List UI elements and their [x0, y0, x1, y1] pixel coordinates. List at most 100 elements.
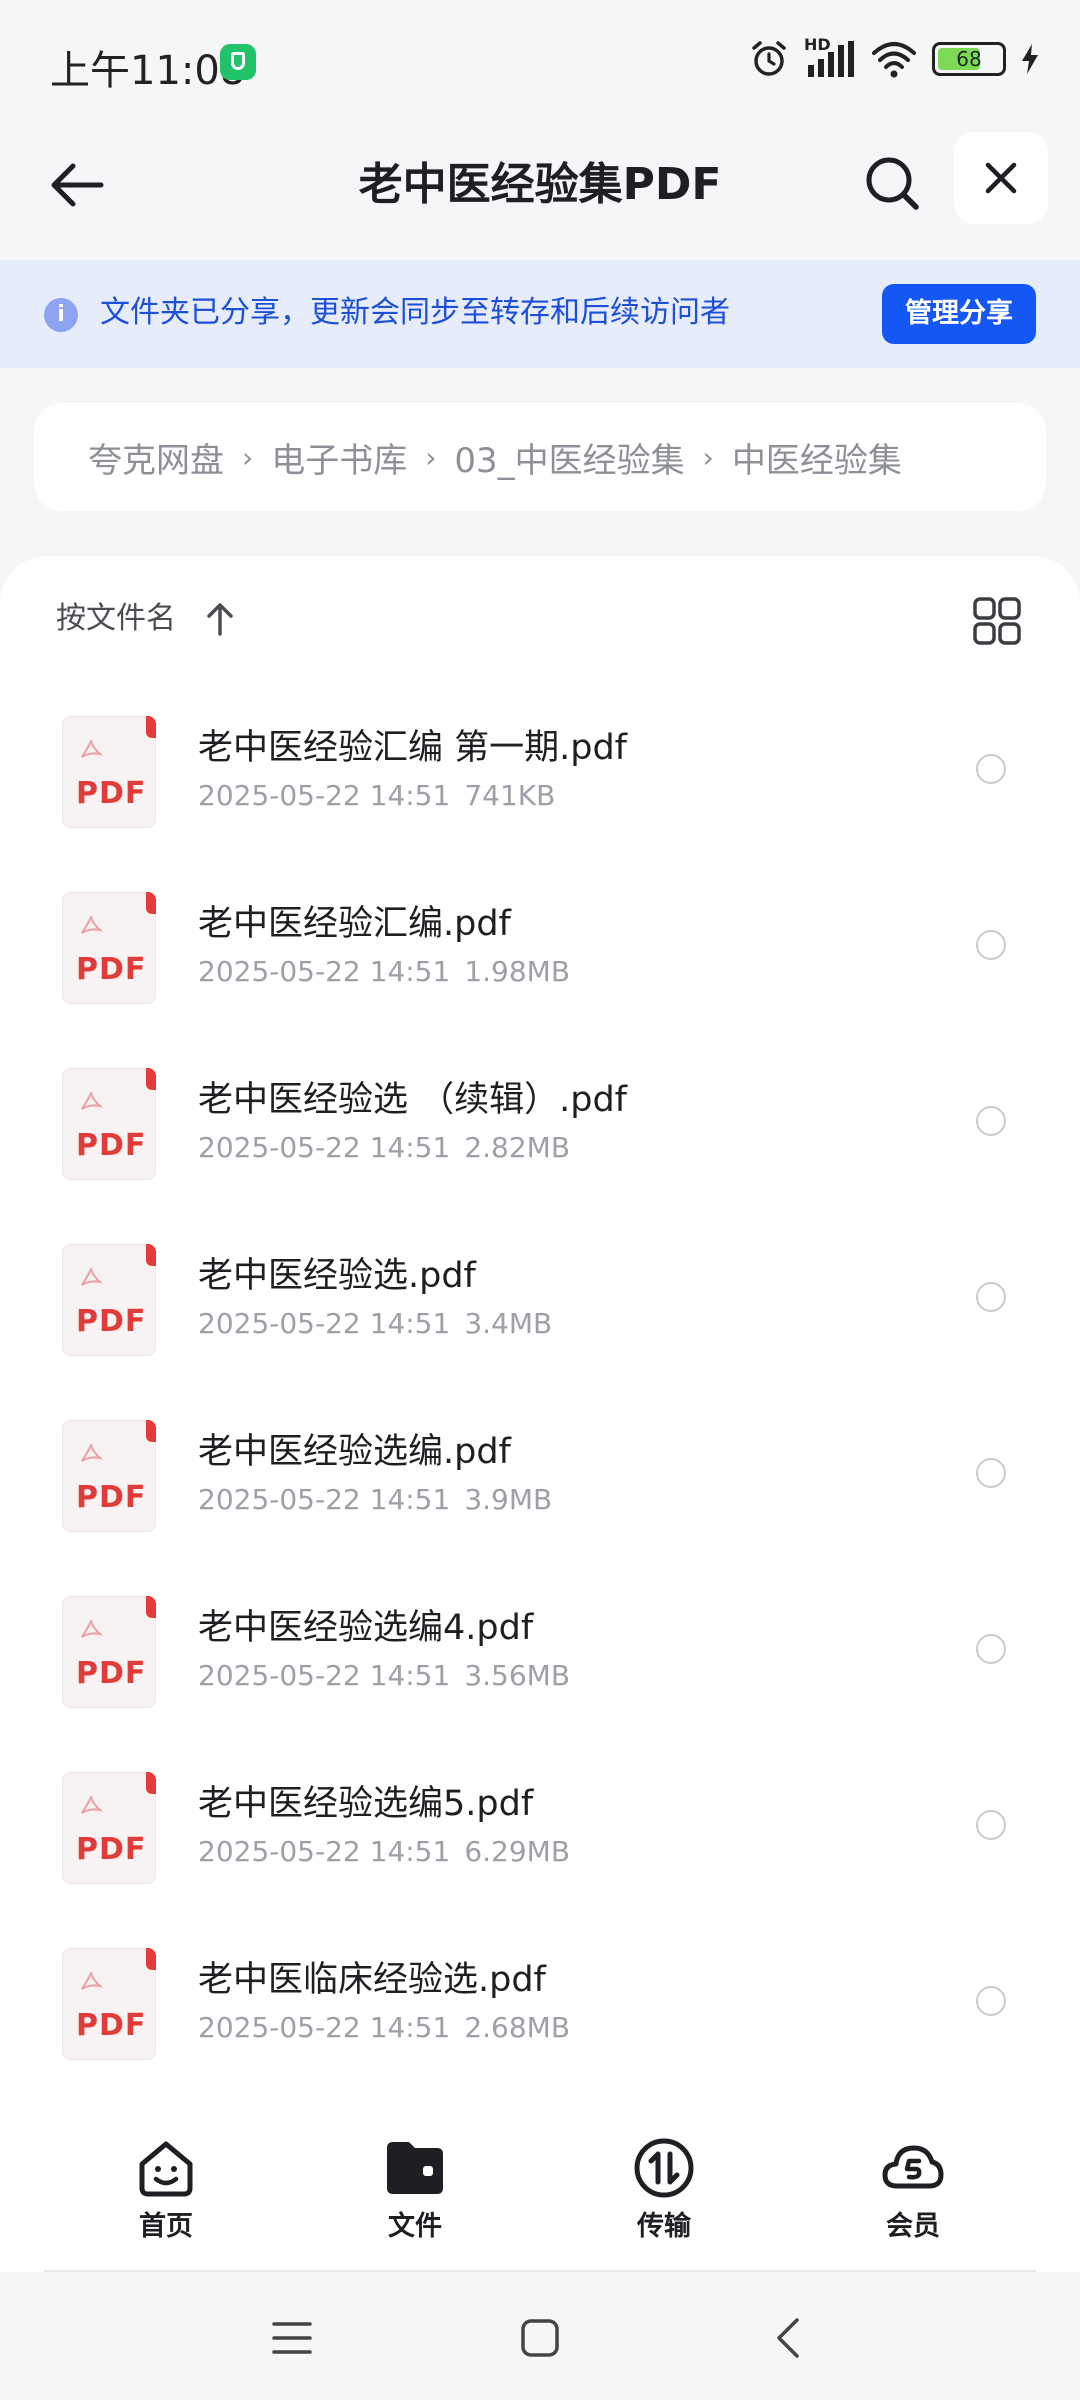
nav-label: 会员 [886, 2211, 940, 2242]
nav-home[interactable]: 首页 [106, 2136, 226, 2243]
sort-by-name-button[interactable]: 按文件名 [56, 598, 176, 640]
file-type-label: PDF [76, 1480, 147, 1515]
status-indicators: HD 68 [748, 35, 1040, 80]
file-list: PDF 老中医经验汇编 第一期.pdf 2025-05-22 14:51 741K… [0, 700, 1080, 2108]
file-size: 1.98MB [464, 955, 571, 988]
file-meta: 2025-05-22 14:51 3.4MB [198, 1304, 552, 1344]
pdf-file-icon: PDF [62, 892, 156, 1004]
sort-ascending-icon[interactable] [206, 602, 234, 636]
pdf-file-icon: PDF [62, 1772, 156, 1884]
breadcrumb-item[interactable]: 03_中医经验集 [454, 433, 684, 482]
select-checkbox[interactable] [976, 1634, 1006, 1664]
vip-cloud-icon [882, 2145, 944, 2189]
battery-level: 68 [956, 47, 982, 71]
file-row[interactable]: PDF 老中医经验选 （续辑）.pdf 2025-05-22 14:51 2.82… [0, 1052, 1080, 1228]
breadcrumb-item[interactable]: 电子书库 [271, 433, 407, 482]
file-meta: 2025-05-22 14:51 3.56MB [198, 1656, 570, 1696]
pdf-file-icon: PDF [62, 1420, 156, 1532]
file-type-label: PDF [76, 1656, 147, 1691]
grid-view-icon[interactable] [972, 596, 1022, 646]
file-name: 老中医临床经验选.pdf [198, 1960, 546, 2000]
nav-label: 文件 [388, 2211, 442, 2242]
file-meta: 2025-05-22 14:51 2.68MB [198, 2008, 570, 2048]
nav-files[interactable]: 文件 [355, 2136, 475, 2243]
breadcrumb-separator: › [702, 440, 714, 474]
shield-icon [220, 44, 256, 80]
file-meta: 2025-05-22 14:51 6.29MB [198, 1832, 570, 1872]
file-date: 2025-05-22 14:51 [198, 1483, 451, 1516]
file-row[interactable]: PDF 老中医经验选编5.pdf 2025-05-22 14:51 6.29MB [0, 1756, 1080, 1932]
info-icon: i [44, 298, 78, 332]
wifi-icon [872, 42, 916, 78]
file-size: 3.9MB [464, 1483, 553, 1516]
file-name: 老中医经验汇编.pdf [198, 904, 511, 944]
file-row[interactable]: PDF 老中医经验汇编 第一期.pdf 2025-05-22 14:51 741K… [0, 700, 1080, 876]
nav-label: 传输 [637, 2211, 691, 2242]
file-name: 老中医经验选.pdf [198, 1256, 476, 1296]
file-name: 老中医经验选 （续辑）.pdf [198, 1080, 628, 1120]
file-meta: 2025-05-22 14:51 741KB [198, 776, 555, 816]
file-meta: 2025-05-22 14:51 3.9MB [198, 1480, 552, 1520]
nav-transfer[interactable]: 传输 [604, 2136, 724, 2243]
select-checkbox[interactable] [976, 1458, 1006, 1488]
pdf-file-icon: PDF [62, 716, 156, 828]
file-size: 2.82MB [464, 1131, 571, 1164]
file-date: 2025-05-22 14:51 [198, 2011, 451, 2044]
file-type-label: PDF [76, 2008, 147, 2043]
file-name: 老中医经验选编4.pdf [198, 1608, 534, 1648]
file-row[interactable]: PDF 老中医经验汇编.pdf 2025-05-22 14:51 1.98MB [0, 876, 1080, 1052]
file-row[interactable]: PDF 老中医临床经验选.pdf 2025-05-22 14:51 2.68MB [0, 1932, 1080, 2108]
file-row[interactable]: PDF 老中医经验选编4.pdf 2025-05-22 14:51 3.56MB [0, 1580, 1080, 1756]
file-meta: 2025-05-22 14:51 1.98MB [198, 952, 570, 992]
select-checkbox[interactable] [976, 1282, 1006, 1312]
home-smile-icon [139, 2141, 193, 2197]
battery-icon: 68 [932, 42, 1006, 76]
breadcrumb-separator: › [242, 440, 254, 474]
cellular-signal-icon: HD [804, 35, 856, 79]
file-type-label: PDF [76, 952, 147, 987]
select-checkbox[interactable] [976, 1106, 1006, 1136]
file-type-label: PDF [76, 1128, 147, 1163]
file-size: 3.56MB [464, 1659, 571, 1692]
file-row[interactable]: PDF 老中医经验选编.pdf 2025-05-22 14:51 3.9MB [0, 1404, 1080, 1580]
breadcrumb-item[interactable]: 夸克网盘 [88, 433, 224, 482]
system-back-button[interactable] [758, 2310, 818, 2366]
pdf-file-icon: PDF [62, 1596, 156, 1708]
breadcrumb: 夸克网盘 › 电子书库 › 03_中医经验集 › 中医经验集 [34, 403, 1046, 511]
file-size: 3.4MB [464, 1307, 553, 1340]
manage-share-button[interactable]: 管理分享 [882, 284, 1036, 344]
file-meta: 2025-05-22 14:51 2.82MB [198, 1128, 570, 1168]
breadcrumb-item-current: 中医经验集 [731, 440, 902, 481]
charging-bolt-icon [1022, 44, 1038, 74]
pdf-file-icon: PDF [62, 1244, 156, 1356]
breadcrumb-separator: › [425, 440, 437, 474]
transfer-icon [634, 2138, 694, 2198]
file-date: 2025-05-22 14:51 [198, 779, 451, 812]
system-home-button[interactable] [510, 2310, 570, 2366]
file-type-label: PDF [76, 776, 147, 811]
select-checkbox[interactable] [976, 754, 1006, 784]
home-square-icon [521, 2319, 559, 2357]
file-date: 2025-05-22 14:51 [198, 1131, 451, 1164]
file-date: 2025-05-22 14:51 [198, 955, 451, 988]
select-checkbox[interactable] [976, 1810, 1006, 1840]
search-button[interactable] [855, 146, 929, 220]
close-button[interactable] [954, 132, 1048, 224]
select-checkbox[interactable] [976, 930, 1006, 960]
file-date: 2025-05-22 14:51 [198, 1307, 451, 1340]
file-row[interactable]: PDF 老中医经验选.pdf 2025-05-22 14:51 3.4MB [0, 1228, 1080, 1404]
file-date: 2025-05-22 14:51 [198, 1659, 451, 1692]
pdf-file-icon: PDF [62, 1068, 156, 1180]
select-checkbox[interactable] [976, 1986, 1006, 2016]
nav-vip[interactable]: 会员 [853, 2136, 973, 2243]
alarm-icon [752, 41, 786, 76]
file-name: 老中医经验选编.pdf [198, 1432, 511, 1472]
share-banner-text: 文件夹已分享，更新会同步至转存和后续访问者 [100, 295, 730, 330]
system-menu-button[interactable] [262, 2310, 322, 2366]
file-size: 741KB [464, 779, 556, 812]
file-size: 2.68MB [464, 2011, 571, 2044]
file-size: 6.29MB [464, 1835, 571, 1868]
file-date: 2025-05-22 14:51 [198, 1835, 451, 1868]
menu-icon [272, 2322, 312, 2354]
back-chevron-icon [777, 2318, 799, 2358]
